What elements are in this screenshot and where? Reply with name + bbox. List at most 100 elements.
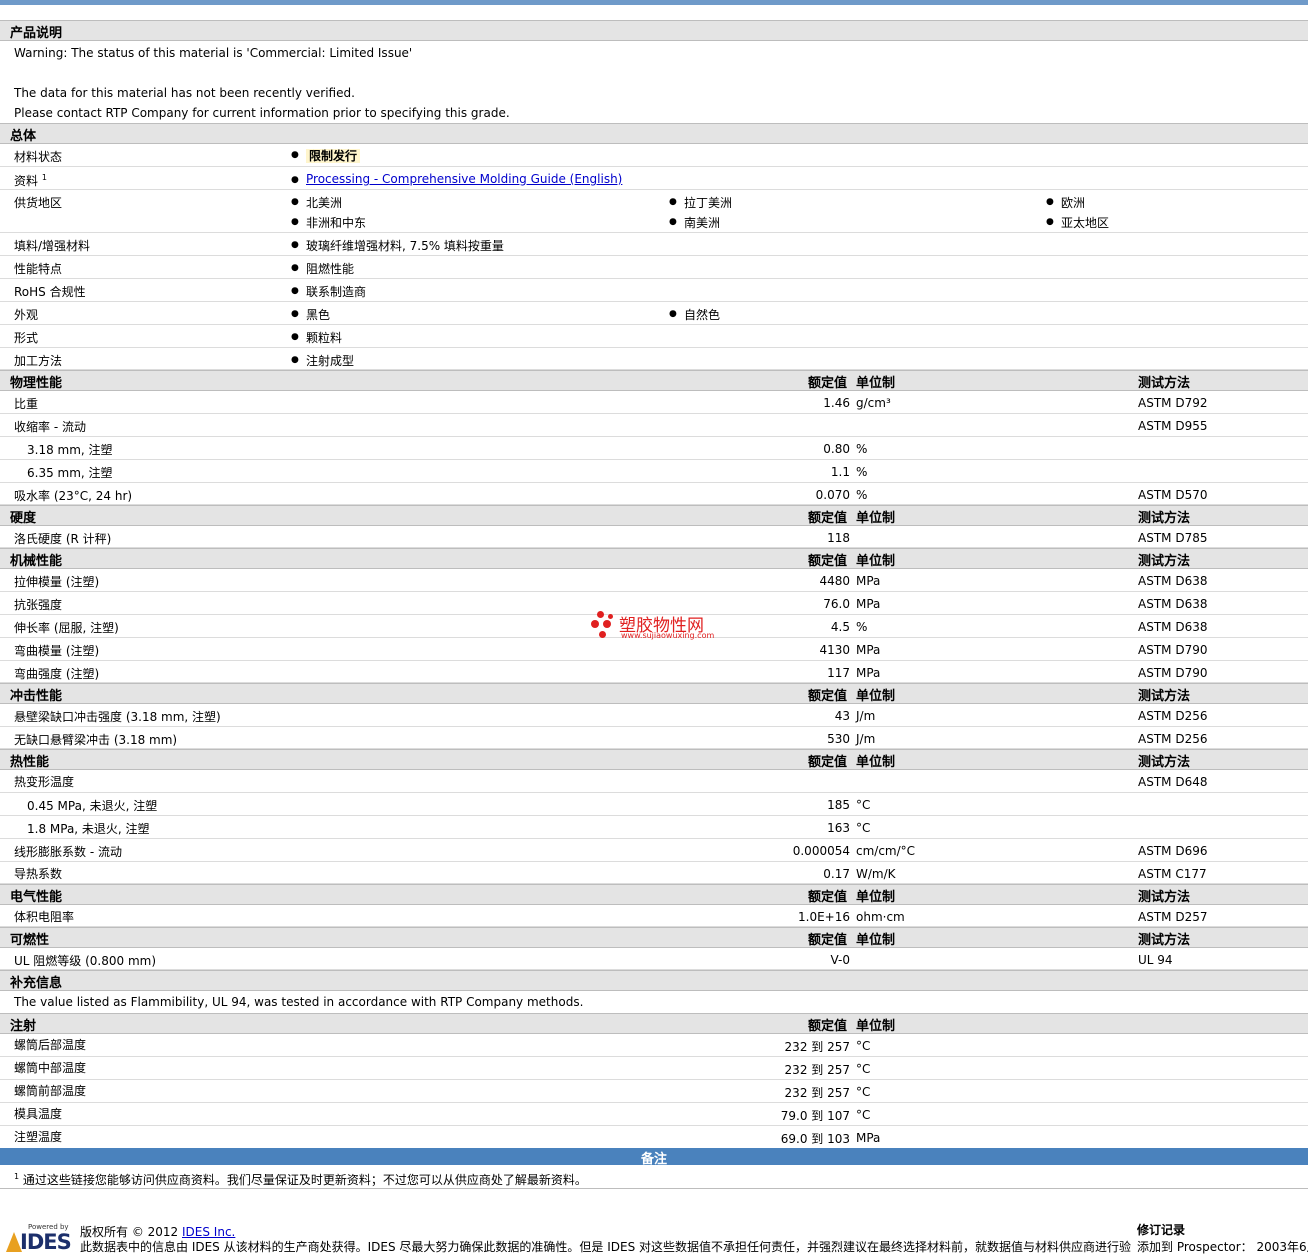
row-unit: MPa (856, 1131, 881, 1145)
section-title: 冲击性能 (10, 689, 63, 704)
row-form: 形式 颗粒料 (0, 325, 1308, 348)
region-item: 亚太地区 (1046, 214, 1109, 231)
header-method: 测试方法 (1138, 689, 1191, 704)
row-shrinkage-635: 6.35 mm, 注塑 1.1 % (0, 460, 1308, 483)
header-unit: 单位制 (856, 689, 896, 704)
row-label: 无缺口悬臂梁冲击 (3.18 mm) (14, 733, 178, 747)
header-nominal: 额定值 (808, 890, 848, 905)
row-hdt-18: 1.8 MPa, 未退火, 注塑 163 °C (0, 816, 1308, 839)
row-label: UL 阻燃等级 (0.800 mm) (14, 954, 157, 968)
row-method: ASTM C177 (1138, 867, 1207, 881)
row-unnotched-izod: 无缺口悬臂梁冲击 (3.18 mm) 530 J/m ASTM D256 (0, 727, 1308, 749)
logo-text: IDES (20, 1230, 72, 1254)
row-label: 资料 1 (14, 173, 47, 188)
row-value: 232 到 257 (784, 1040, 850, 1054)
section-title: 补充信息 (10, 976, 63, 991)
appearance-item: 黑色 (291, 306, 330, 323)
header-unit: 单位制 (856, 755, 896, 770)
row-label: 注塑温度 (14, 1130, 63, 1144)
verification-text: The data for this material has not been … (14, 86, 355, 100)
row-method: ASTM D256 (1138, 709, 1208, 723)
header-nominal: 额定值 (808, 376, 848, 391)
row-label: 吸水率 (23°C, 24 hr) (14, 489, 133, 503)
row-method: ASTM D570 (1138, 488, 1208, 502)
row-water-absorption: 吸水率 (23°C, 24 hr) 0.070 % ASTM D570 (0, 483, 1308, 505)
revision-title: 修订记录 (1137, 1223, 1186, 1237)
region-item: 南美洲 (669, 214, 720, 231)
row-middle-temp: 螺筒中部温度 232 到 257 °C (0, 1057, 1308, 1080)
header-nominal: 额定值 (808, 554, 848, 569)
footer: Powered by IDES 版权所有 © 2012 IDES Inc. 此数… (0, 1220, 1308, 1256)
row-filler: 填料/增强材料 玻璃纤维增强材料, 7.5% 填料按重量 (0, 233, 1308, 256)
row-hdt: 热变形温度 ASTM D648 (0, 770, 1308, 793)
row-unit: J/m (856, 732, 876, 746)
row-unit: % (856, 488, 868, 502)
section-header-injection: 注射 额定值 单位制 (0, 1013, 1308, 1034)
filler-value: 玻璃纤维增强材料, 7.5% 填料按重量 (291, 237, 504, 254)
row-label: 弯曲模量 (注塑) (14, 644, 100, 658)
row-label: 螺筒后部温度 (14, 1038, 87, 1052)
ides-link[interactable]: IDES Inc. (182, 1225, 235, 1239)
row-value: 163 (827, 821, 850, 835)
status-highlight: 限制发行 (306, 149, 361, 163)
row-label: 热变形温度 (14, 775, 75, 789)
row-mold-temp: 模具温度 79.0 到 107 °C (0, 1103, 1308, 1126)
row-appearance: 外观 黑色 自然色 (0, 302, 1308, 325)
row-method: ASTM D638 (1138, 597, 1208, 611)
row-label: 比重 (14, 397, 39, 411)
row-label: 体积电阻率 (14, 910, 75, 924)
header-method: 测试方法 (1138, 755, 1191, 770)
row-unit: % (856, 442, 868, 456)
molding-guide-link[interactable]: Processing - Comprehensive Molding Guide… (306, 172, 622, 186)
row-label: RoHS 合规性 (14, 285, 86, 299)
row-label: 螺筒中部温度 (14, 1061, 87, 1075)
region-item: 拉丁美洲 (669, 194, 732, 211)
row-unit: MPa (856, 597, 881, 611)
row-unit: °C (856, 1108, 871, 1122)
region-item: 北美洲 (291, 194, 342, 211)
appearance-item: 自然色 (669, 306, 720, 323)
row-unit: cm/cm/°C (856, 844, 916, 858)
header-unit: 单位制 (856, 554, 896, 569)
row-literature: 资料 1 Processing - Comprehensive Molding … (0, 167, 1308, 190)
row-label: 抗张强度 (14, 598, 63, 612)
row-method: ASTM D792 (1138, 396, 1208, 410)
row-label: 弯曲强度 (注塑) (14, 667, 100, 681)
literature-item: Processing - Comprehensive Molding Guide… (291, 172, 622, 188)
row-value: 0.17 (823, 867, 850, 881)
section-header-impact: 冲击性能 额定值 单位制 测试方法 (0, 683, 1308, 704)
section-title: 机械性能 (10, 554, 63, 569)
row-process: 加工方法 注射成型 (0, 348, 1308, 370)
row-tensile-modulus: 拉伸模量 (注塑) 4480 MPa ASTM D638 (0, 569, 1308, 592)
supplemental-text: The value listed as Flammibility, UL 94,… (14, 995, 584, 1009)
watermark-dots-icon (591, 611, 617, 641)
row-material-status: 材料状态 限制发行 (0, 144, 1308, 167)
row-label: 收缩率 - 流动 (14, 420, 86, 434)
row-label: 模具温度 (14, 1107, 63, 1121)
row-unit: ohm·cm (856, 910, 905, 924)
row-label: 3.18 mm, 注塑 (27, 443, 113, 457)
section-title: 硬度 (10, 511, 37, 526)
top-accent-bar (0, 0, 1308, 5)
features-value: 阻燃性能 (291, 260, 354, 277)
row-value: 43 (834, 709, 850, 723)
disclaimer-text: 此数据表中的信息由 IDES 从该材料的生产商处获得。IDES 尽最大努力确保此… (80, 1240, 1132, 1254)
row-value: 0.070 (815, 488, 850, 502)
header-unit: 单位制 (856, 933, 896, 948)
row-label: 外观 (14, 308, 39, 322)
status-value: 限制发行 (291, 147, 361, 164)
row-supply-regions: 供货地区 北美洲 拉丁美洲 欧洲 非洲和中东 南美洲 亚太地区 (0, 190, 1308, 233)
watermark-url: www.sujiaowuxing.com (621, 631, 715, 640)
section-header-mechanical: 机械性能 额定值 单位制 测试方法 (0, 548, 1308, 569)
row-unit: g/cm³ (856, 396, 891, 410)
header-unit: 单位制 (856, 1019, 896, 1034)
section-header-electrical: 电气性能 额定值 单位制 测试方法 (0, 884, 1308, 905)
row-method: ASTM D648 (1138, 775, 1208, 789)
section-title: 注射 (10, 1019, 37, 1034)
row-label: 0.45 MPa, 未退火, 注塑 (27, 799, 158, 813)
revision-text: 添加到 Prospector： 2003年6月 (1137, 1240, 1308, 1254)
row-unit: °C (856, 798, 871, 812)
row-value: 1.1 (830, 465, 850, 479)
row-flexural-strength: 弯曲强度 (注塑) 117 MPa ASTM D790 (0, 661, 1308, 683)
row-unit: % (856, 465, 868, 479)
